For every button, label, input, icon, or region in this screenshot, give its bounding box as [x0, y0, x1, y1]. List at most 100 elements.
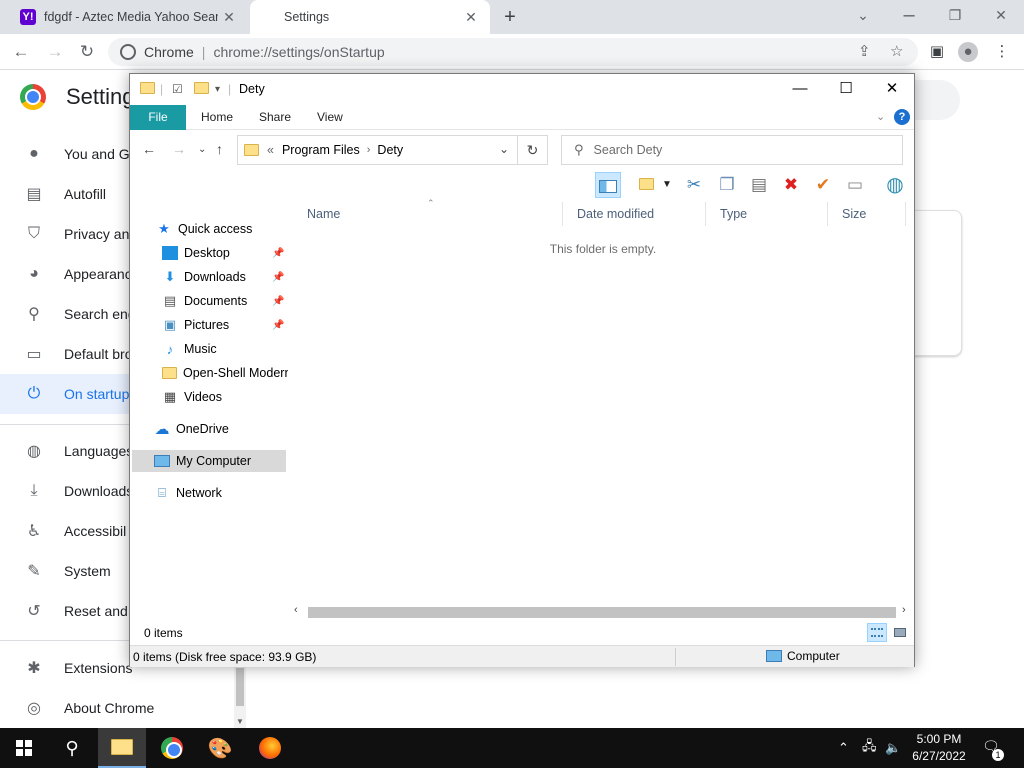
preview-pane-icon[interactable] — [595, 172, 621, 198]
column-type[interactable]: Type — [706, 202, 828, 226]
restore-button[interactable]: ❐ — [932, 0, 978, 30]
search-icon[interactable]: ⚲ — [48, 728, 96, 768]
nav-item-network[interactable]: ⌸ Network — [154, 482, 222, 504]
start-button[interactable] — [0, 728, 48, 768]
pin-icon[interactable]: 📌 — [272, 320, 284, 331]
nav-item-open-shell[interactable]: Open-Shell Modern — [162, 362, 288, 384]
horizontal-scrollbar[interactable]: ‹ › — [292, 604, 914, 620]
cut-icon[interactable]: ✂ — [681, 172, 707, 198]
power-icon: ⏻ — [27, 385, 41, 402]
settings-scrollbar[interactable]: ▼ — [234, 662, 246, 728]
file-list[interactable]: ⌃ Name Date modified Type Size This fold… — [293, 198, 913, 612]
chrome-taskbar-icon[interactable] — [148, 728, 196, 768]
breadcrumb-overflow[interactable]: « — [267, 143, 274, 157]
nav-item-music[interactable]: ♪ Music — [162, 338, 217, 360]
maximize-button[interactable]: ☐ — [823, 74, 869, 104]
large-icons-view-icon[interactable] — [890, 623, 910, 642]
firefox-taskbar-icon[interactable] — [246, 728, 294, 768]
share-icon[interactable]: ⇪ — [858, 42, 871, 60]
back-arrow-icon[interactable]: ← — [8, 39, 34, 65]
scroll-thumb[interactable] — [308, 607, 896, 618]
music-note-icon: ♪ — [166, 341, 174, 357]
network-icon: ⌸ — [158, 485, 166, 500]
nav-item-desktop[interactable]: Desktop 📌 — [162, 242, 286, 264]
scroll-left-icon[interactable]: ‹ — [294, 604, 298, 616]
nav-item-pictures[interactable]: ▣ Pictures 📌 — [162, 314, 286, 336]
document-icon: ▤ — [163, 293, 177, 308]
address-bar[interactable]: « Program Files › Dety ⌄ ↻ — [237, 135, 548, 165]
tab-view[interactable]: View — [303, 105, 357, 130]
nav-item-quick-access[interactable]: ★ Quick access — [156, 218, 252, 240]
sidebar-item-about-chrome[interactable]: ◎ About Chrome — [0, 688, 240, 728]
forward-arrow-icon[interactable]: → — [42, 39, 68, 65]
tab-share[interactable]: Share — [245, 105, 305, 130]
back-arrow-icon[interactable]: ← — [142, 141, 156, 157]
new-folder-icon[interactable] — [194, 82, 209, 97]
minimize-button[interactable]: — — [777, 74, 823, 104]
copy-icon[interactable]: ❐ — [714, 172, 740, 198]
checkmark-icon[interactable]: ✔ — [810, 172, 836, 198]
globe-icon[interactable]: ◍ — [882, 172, 908, 198]
pin-icon[interactable]: 📌 — [272, 248, 284, 259]
new-tab-button[interactable]: + — [498, 4, 522, 30]
chevron-down-icon[interactable]: ⌄ — [499, 142, 509, 156]
tab-yahoo-search[interactable]: Y! fdgdf - Aztec Media Yahoo Searc ✕ — [8, 0, 248, 34]
close-window-button[interactable]: ✕ — [978, 0, 1024, 30]
minimize-button[interactable]: – — [886, 0, 932, 30]
refresh-icon[interactable]: ↻ — [517, 136, 547, 164]
address-bar[interactable]: Chrome | chrome://settings/onStartup ⇪ ☆ — [108, 38, 918, 66]
rename-icon[interactable]: ▭ — [842, 172, 868, 198]
column-size[interactable]: Size — [828, 202, 906, 226]
tab-search-icon[interactable]: ⌄ — [840, 0, 886, 30]
up-arrow-icon[interactable]: ↑ — [216, 141, 223, 157]
nav-item-my-computer[interactable]: My Computer — [132, 450, 286, 472]
side-panel-icon[interactable]: ▣ — [927, 42, 947, 62]
scroll-down-icon[interactable]: ▼ — [236, 717, 244, 726]
network-tray-icon[interactable]: 🖧 — [862, 728, 877, 768]
file-explorer-taskbar-icon[interactable] — [98, 728, 146, 768]
nav-item-downloads[interactable]: ⬇ Downloads 📌 — [162, 266, 286, 288]
tab-settings[interactable]: ⚙ Settings ✕ — [250, 0, 490, 34]
column-name[interactable]: Name — [293, 202, 563, 226]
folder-options-icon[interactable] — [633, 172, 659, 198]
nav-item-onedrive[interactable]: ☁ OneDrive — [154, 418, 229, 440]
more-menu-icon[interactable]: ⋮ — [992, 42, 1012, 62]
close-window-button[interactable]: ✕ — [869, 74, 915, 104]
profile-avatar-icon[interactable]: ● — [958, 42, 978, 62]
bookmark-star-icon[interactable]: ☆ — [890, 42, 903, 60]
explorer-titlebar[interactable]: | ☑ ▾ | Dety — ☐ ✕ — [130, 74, 914, 104]
help-icon[interactable]: ? — [894, 109, 910, 125]
palette-icon: ◕ — [29, 265, 39, 282]
search-box[interactable]: ⚲ Search Dety — [561, 135, 903, 165]
breadcrumb-dety[interactable]: Dety — [377, 143, 403, 157]
pin-icon[interactable]: 📌 — [272, 296, 284, 307]
close-tab-icon[interactable]: ✕ — [460, 9, 482, 26]
nav-item-documents[interactable]: ▤ Documents 📌 — [162, 290, 286, 312]
chevron-right-icon[interactable]: › — [367, 144, 371, 156]
delete-icon[interactable]: ✖ — [778, 172, 804, 198]
settings-header: Settings — [20, 84, 146, 110]
disk-free-status: 0 items (Disk free space: 93.9 GB) — [133, 650, 317, 664]
quick-access-dropdown-icon[interactable]: ▾ — [215, 84, 220, 95]
column-date-modified[interactable]: Date modified — [563, 202, 706, 226]
expand-ribbon-icon[interactable]: ⌄ — [876, 110, 885, 123]
scroll-right-icon[interactable]: › — [902, 604, 906, 616]
recent-locations-icon[interactable]: ⌄ — [198, 144, 206, 155]
tab-home[interactable]: Home — [187, 105, 247, 130]
pin-icon[interactable]: 📌 — [272, 272, 284, 283]
show-hidden-icons[interactable]: ⌃ — [838, 728, 849, 768]
details-view-icon[interactable] — [867, 623, 887, 642]
nav-item-videos[interactable]: ▦ Videos — [162, 386, 222, 408]
forward-arrow-icon[interactable]: → — [172, 141, 186, 157]
close-tab-icon[interactable]: ✕ — [218, 9, 240, 26]
volume-icon[interactable]: 🔈 — [885, 728, 901, 768]
tab-file[interactable]: File — [130, 105, 186, 130]
taskbar-clock[interactable]: 5:00 PM 6/27/2022 — [904, 731, 974, 765]
paste-icon[interactable]: ▤ — [746, 172, 772, 198]
properties-check-icon[interactable]: ☑ — [172, 82, 183, 96]
reload-icon[interactable]: ↻ — [74, 39, 100, 65]
paint-palette-icon[interactable]: 🎨 — [196, 728, 244, 768]
breadcrumb-program-files[interactable]: Program Files — [282, 143, 360, 157]
dropdown-icon[interactable]: ▼ — [660, 172, 674, 198]
site-name: Chrome — [144, 44, 194, 60]
